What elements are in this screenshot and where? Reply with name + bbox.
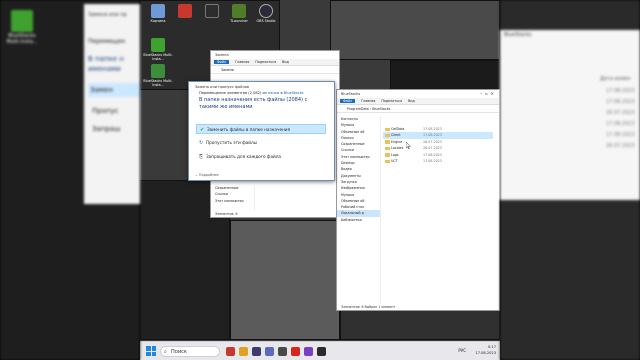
blurred-date: 17.08.2023 bbox=[606, 121, 635, 127]
ribbon: Файл Главная Поделиться Вид bbox=[337, 98, 499, 105]
desktop-icon-obs[interactable]: OBS Studio bbox=[250, 4, 282, 23]
ribbon-tab-home[interactable]: Главная bbox=[361, 99, 375, 103]
destination-folder-link[interactable]: BlueStacks bbox=[284, 91, 304, 95]
bluestacks-icon bbox=[151, 38, 165, 52]
folder-icon bbox=[385, 127, 390, 131]
ribbon-tab-view[interactable]: Вид bbox=[282, 60, 289, 64]
obs-icon bbox=[259, 4, 273, 18]
app-icon bbox=[178, 4, 192, 18]
desktop-icon-bluestacks[interactable]: BlueStacks Multi-Insta... bbox=[142, 38, 174, 61]
taskbar-app-icon[interactable] bbox=[226, 347, 235, 356]
address-bar[interactable]: ProgramData › BlueStacks bbox=[337, 105, 499, 113]
file-name: UCT bbox=[391, 159, 398, 164]
ribbon-tab-home[interactable]: Главная bbox=[235, 60, 249, 64]
mouse-cursor-icon bbox=[406, 142, 411, 149]
start-button[interactable] bbox=[146, 346, 156, 356]
desktop-icon-bluestacks[interactable]: BlueStacks Multi-Insta... bbox=[142, 64, 174, 87]
blurred-date: 17.08.2023 bbox=[606, 88, 635, 94]
file-row[interactable]: UCT 17.08.2023 bbox=[383, 158, 493, 164]
taskbar-app-icon[interactable] bbox=[304, 347, 313, 356]
folder-icon bbox=[385, 159, 390, 164]
clock-date: 17.08.2023 bbox=[475, 350, 496, 355]
window-title: BlueStacks –▫✕ bbox=[337, 90, 499, 98]
recycle-bin-icon bbox=[151, 4, 165, 18]
source-folder-link[interactable]: папки bbox=[268, 91, 279, 95]
video-frame: Корзина TLauncher OBS Studio BlueStacks … bbox=[0, 0, 640, 360]
folder-icon bbox=[385, 140, 390, 144]
blurred-date: 26.07.2023 bbox=[606, 110, 635, 116]
nav-item[interactable]: Библиотеки bbox=[337, 217, 380, 223]
ribbon-tab-share[interactable]: Поделиться bbox=[381, 99, 402, 103]
ribbon-tab-view[interactable]: Вид bbox=[408, 99, 415, 103]
replace-files-option[interactable]: ✔ Заменить файлы в папке назначения bbox=[196, 124, 326, 134]
ribbon-tab-file[interactable]: Файл bbox=[214, 60, 230, 64]
skip-icon: ↻ bbox=[199, 140, 204, 146]
navigation-pane: Сохраненные Ссылки Этот компьютер bbox=[211, 185, 255, 211]
wallpaper-panel bbox=[230, 220, 340, 340]
checkmark-icon: ✔ bbox=[200, 127, 205, 133]
taskbar-app-icon[interactable] bbox=[265, 347, 274, 356]
blurred-date: 26.07.2023 bbox=[606, 143, 635, 149]
file-name: Logs bbox=[391, 152, 399, 157]
file-list: CefData 17.08.2023 Client 17.08.2023 Engine 2… bbox=[383, 126, 493, 164]
compare-icon: ⎘ bbox=[199, 154, 204, 160]
nav-item[interactable]: Этот компьютер bbox=[211, 198, 254, 204]
blurred-date: 17.08.2023 bbox=[606, 132, 635, 138]
blurred-window: BlueStacks Дата измен 17.08.2023 17.08.20… bbox=[500, 30, 640, 200]
system-tray[interactable]: РУС 0:17 17.08.2023 bbox=[458, 345, 496, 356]
blurred-dates: 17.08.2023 17.08.2023 26.07.2023 17.08.2023… bbox=[500, 82, 640, 152]
file-name: Locales bbox=[391, 146, 404, 151]
file-date: 17.08.2023 bbox=[423, 159, 442, 164]
blurred-side-left: BlueStacks Multi-Insta... Замена или пр … bbox=[0, 0, 140, 360]
tlauncher-icon bbox=[232, 4, 246, 18]
language-indicator[interactable]: РУС bbox=[458, 348, 466, 354]
navigation-pane: Контакты Музыка Объемные об Поиски Сохраненн… bbox=[337, 116, 381, 306]
more-details-toggle[interactable]: ⌄ Подробнее bbox=[195, 173, 219, 177]
taskbar: ⌕ Поиск РУС 0:17 17.08.2023 bbox=[140, 341, 500, 360]
decide-each-file-option[interactable]: ⎘ Запрашивать для каждого файла bbox=[196, 152, 326, 162]
blurred-side-right: BlueStacks Дата измен 17.08.2023 17.08.20… bbox=[500, 0, 640, 360]
status-bar: Элементов: 6 Выбран 1 элемент bbox=[337, 304, 499, 310]
taskbar-app-icon[interactable] bbox=[317, 347, 326, 356]
explorer-window-bluestacks[interactable]: BlueStacks –▫✕ Файл Главная Поделиться Вид P… bbox=[336, 89, 500, 311]
address-bar[interactable]: Замена bbox=[211, 66, 339, 74]
file-name: Client bbox=[391, 133, 401, 138]
blurred-dialog: Замена или пр Перемещен В папке н именам… bbox=[84, 4, 140, 204]
folder-icon bbox=[385, 153, 390, 157]
taskbar-app-icon[interactable] bbox=[252, 347, 261, 356]
folder-icon bbox=[385, 146, 390, 151]
dialog-question: В папке назначения есть файлы (2084) с т… bbox=[199, 97, 308, 110]
blurred-bluestacks-icon: BlueStacks Multi-Insta... bbox=[2, 10, 42, 45]
folder-icon bbox=[385, 133, 390, 138]
taskbar-search[interactable]: ⌕ Поиск bbox=[160, 346, 220, 357]
ribbon-tab-file[interactable]: Файл bbox=[340, 99, 356, 103]
ribbon-tab-share[interactable]: Поделиться bbox=[255, 60, 276, 64]
blurred-date: 17.08.2023 bbox=[606, 99, 635, 105]
skip-files-option[interactable]: ↻ Пропустить эти файлы bbox=[196, 138, 326, 148]
taskbar-app-icon[interactable] bbox=[239, 347, 248, 356]
desktop: Корзина TLauncher OBS Studio BlueStacks … bbox=[140, 0, 500, 360]
window-title: Замена bbox=[211, 51, 339, 59]
ribbon: Файл Главная Поделиться Вид bbox=[211, 59, 339, 66]
search-icon: ⌕ bbox=[164, 349, 167, 355]
window-controls[interactable]: –▫✕ bbox=[480, 90, 497, 98]
file-name: CefData bbox=[391, 127, 405, 131]
taskbar-app-icon[interactable] bbox=[291, 347, 300, 356]
taskbar-app-icon[interactable] bbox=[278, 347, 287, 356]
app-icon bbox=[205, 4, 219, 18]
status-bar: Элементов: 6 bbox=[211, 211, 339, 217]
file-name: Engine bbox=[391, 139, 403, 144]
replace-or-skip-dialog[interactable]: Замена или пропуск файлов Перемещение эл… bbox=[188, 81, 335, 181]
bluestacks-icon bbox=[151, 64, 165, 78]
dialog-title: Замена или пропуск файлов bbox=[195, 85, 250, 89]
wallpaper-panel bbox=[390, 60, 500, 90]
wallpaper-panel bbox=[330, 0, 500, 60]
